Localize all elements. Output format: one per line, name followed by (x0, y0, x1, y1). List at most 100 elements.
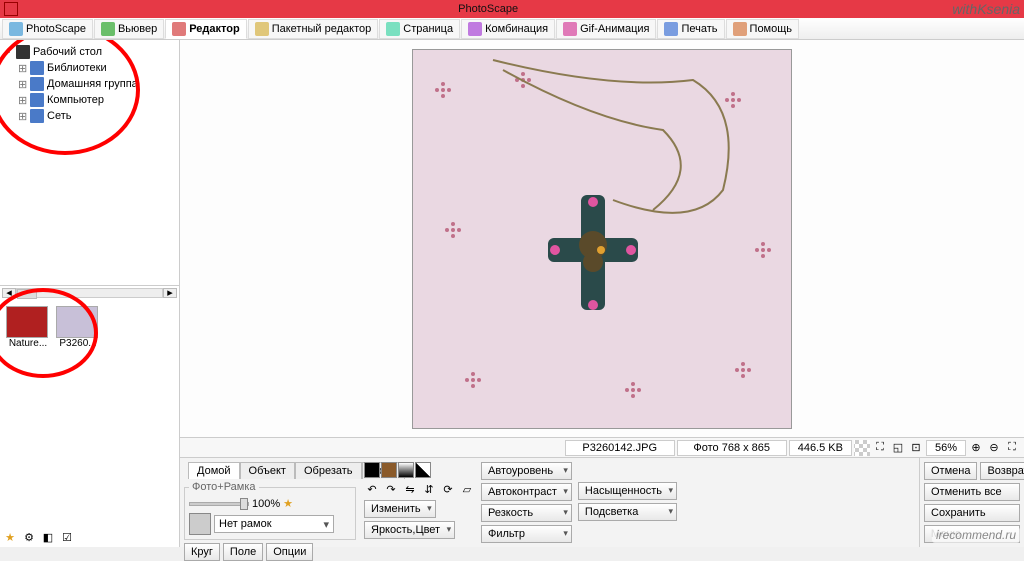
autolevel-button[interactable]: Автоуровень (481, 462, 572, 480)
tree-label: Компьютер (47, 94, 104, 106)
undo-button[interactable]: Отмена (924, 462, 977, 480)
tool2-icon[interactable]: ◧ (40, 529, 56, 545)
tab-label: Вьювер (118, 23, 157, 35)
tree-node[interactable]: ▪ Рабочий стол (4, 44, 175, 60)
tab-страница[interactable]: Страница (379, 19, 460, 39)
tab-icon (386, 22, 400, 36)
fullscreen-icon[interactable]: ⛶ (1004, 440, 1020, 456)
folder-icon (30, 93, 44, 107)
scroll-right-button[interactable]: ▸ (163, 288, 177, 298)
zoom-in-icon[interactable]: ⊕ (968, 440, 984, 456)
star-icon[interactable]: ★ (283, 497, 293, 510)
tab-gif-анимация[interactable]: Gif-Анимация (556, 19, 656, 39)
checker-icon[interactable] (854, 440, 870, 456)
rotate-right-icon[interactable]: ↷ (383, 481, 399, 497)
window-icon (4, 2, 18, 16)
panel-tab-домой[interactable]: Домой (188, 462, 240, 479)
field-button[interactable]: Поле (223, 543, 263, 561)
scroll-left-button[interactable]: ◂ (2, 288, 16, 298)
color-swatches[interactable] (364, 462, 475, 478)
canvas[interactable] (180, 40, 1024, 437)
thumb-label: P3260... (56, 338, 100, 349)
panel-tab-объект[interactable]: Объект (240, 462, 295, 479)
tab-вьювер[interactable]: Вьювер (94, 19, 164, 39)
thumb-scrollbar[interactable]: ◂ ▸ (0, 285, 179, 300)
tree-node[interactable]: ⊞ Библиотеки (4, 60, 175, 76)
filter-button[interactable]: Фильтр (481, 525, 572, 543)
status-dimensions: Фото 768 x 865 (677, 440, 787, 456)
tab-icon (664, 22, 678, 36)
status-bar: P3260142.JPG Фото 768 x 865 446.5 KB ⛶ ◱… (180, 437, 1024, 457)
status-zoom: 56% (926, 440, 966, 456)
resize-button[interactable]: Изменить (364, 500, 436, 518)
folder-icon (16, 45, 30, 59)
tree-label: Рабочий стол (33, 46, 102, 58)
redo-button[interactable]: Возврат (980, 462, 1024, 480)
zoom-out-icon[interactable]: ⊖ (986, 440, 1002, 456)
tree-label: Домашняя группа (47, 78, 138, 90)
tree-node[interactable]: ⊞ Компьютер (4, 92, 175, 108)
frame-legend: Фото+Рамка (189, 481, 259, 493)
zoom-fit-icon[interactable]: ⊡ (908, 440, 924, 456)
actual-size-icon[interactable]: ◱ (890, 440, 906, 456)
window-title: PhotoScape (24, 3, 952, 15)
tab-печать[interactable]: Печать (657, 19, 724, 39)
flip-v-icon[interactable]: ⇵ (421, 481, 437, 497)
expand-icon[interactable]: ⊞ (18, 62, 27, 75)
tab-photoscape[interactable]: PhotoScape (2, 19, 93, 39)
tab-комбинация[interactable]: Комбинация (461, 19, 555, 39)
thumbnail[interactable]: P3260... (56, 306, 100, 349)
tab-icon (733, 22, 747, 36)
circle-button[interactable]: Круг (184, 543, 220, 561)
tab-label: Печать (681, 23, 717, 35)
rotate-icon[interactable]: ⟳ (440, 481, 456, 497)
panel-tab-обрезать[interactable]: Обрезать (295, 462, 362, 479)
frame-select[interactable]: Нет рамок (214, 515, 334, 533)
tab-label: Gif-Анимация (580, 23, 649, 35)
folder-icon (30, 61, 44, 75)
rotate-left-icon[interactable]: ↶ (364, 481, 380, 497)
sidebar: ▪ Рабочий стол ⊞ Библиотеки ⊞ Домашняя группа… (0, 40, 180, 547)
expand-icon[interactable]: ▪ (4, 46, 13, 58)
tool3-icon[interactable]: ☑ (59, 529, 75, 545)
perspective-icon[interactable]: ▱ (459, 481, 475, 497)
tab-icon (9, 22, 23, 36)
tab-icon (172, 22, 186, 36)
tool1-icon[interactable]: ⚙ (21, 529, 37, 545)
tab-label: Комбинация (485, 23, 548, 35)
autocontrast-button[interactable]: Автоконтраст (481, 483, 572, 501)
sharpness-button[interactable]: Резкость (481, 504, 572, 522)
backlight-button[interactable]: Подсветка (578, 503, 677, 521)
tree-node[interactable]: ⊞Сеть (4, 108, 175, 124)
options-button[interactable]: Опции (266, 543, 313, 561)
tab-label: Помощь (750, 23, 793, 35)
save-button[interactable]: Сохранить (924, 504, 1020, 522)
flip-h-icon[interactable]: ⇋ (402, 481, 418, 497)
tab-icon (468, 22, 482, 36)
undo-all-button[interactable]: Отменить все (924, 483, 1020, 501)
tab-пакетный редактор[interactable]: Пакетный редактор (248, 19, 379, 39)
photo-preview (412, 49, 792, 429)
tab-помощь[interactable]: Помощь (726, 19, 800, 39)
site-watermark: irecommend.ru (932, 527, 1020, 543)
thumb-label: Nature... (6, 338, 50, 349)
status-filename: P3260142.JPG (565, 440, 675, 456)
tab-редактор[interactable]: Редактор (165, 19, 246, 39)
frame-percent: 100% (252, 498, 280, 510)
expand-icon[interactable]: ⊞ (18, 94, 27, 107)
expand-icon[interactable]: ⊞ (18, 78, 27, 91)
folder-tree: ▪ Рабочий стол ⊞ Библиотеки ⊞ Домашняя группа… (0, 40, 179, 285)
saturation-button[interactable]: Насыщенность (578, 482, 677, 500)
tree-node[interactable]: ⊞ Домашняя группа (4, 76, 175, 92)
folder-icon (30, 109, 44, 123)
fit-icon[interactable]: ⛶ (872, 440, 888, 456)
tab-label: Пакетный редактор (272, 23, 372, 35)
star-icon[interactable]: ★ (2, 529, 18, 545)
frame-slider[interactable] (189, 502, 249, 506)
thumbnail[interactable]: Nature... (6, 306, 50, 349)
thumb-image (6, 306, 48, 338)
brightness-button[interactable]: Яркость,Цвет (364, 521, 455, 539)
tree-label: Библиотеки (47, 62, 107, 74)
scroll-track[interactable] (16, 288, 163, 298)
expand-icon[interactable]: ⊞ (18, 110, 27, 123)
